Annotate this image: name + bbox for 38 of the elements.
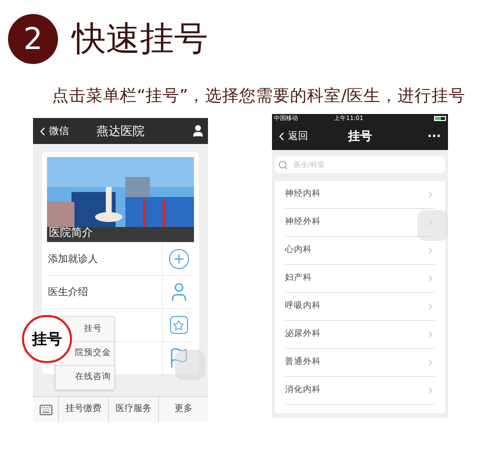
nav-title: 挂号 xyxy=(346,128,373,145)
menu-row[interactable]: 医生介绍 xyxy=(47,275,194,308)
search-icon xyxy=(278,160,288,170)
plus-icon xyxy=(168,249,188,269)
battery-icon xyxy=(434,116,446,120)
banner-caption: 医院简介 xyxy=(49,224,93,240)
chevron-icon xyxy=(426,218,435,227)
step-title: 快速挂号 xyxy=(72,18,208,60)
department-item[interactable]: 神经外科 xyxy=(285,209,435,237)
tab-menu[interactable]: 更多 xyxy=(158,397,208,422)
department-item[interactable]: 泌尿外科 xyxy=(285,321,435,349)
menu-row-label: 医生介绍 xyxy=(48,286,88,298)
back-button[interactable]: 微信 xyxy=(36,124,81,138)
nav-title: 燕达医院 xyxy=(96,123,146,140)
department-item[interactable]: 神经内科 xyxy=(285,181,435,209)
chevron-icon xyxy=(426,246,435,255)
chevron-icon xyxy=(426,190,435,199)
department-item[interactable]: 心内科 xyxy=(285,237,435,265)
keyboard-icon[interactable] xyxy=(38,402,52,416)
chevron-icon xyxy=(426,358,435,367)
department-item[interactable]: 呼吸内科 xyxy=(285,293,435,321)
menu-row-label: 添加就诊人 xyxy=(48,254,98,264)
tab-menu[interactable]: 医疗服务 xyxy=(108,397,158,422)
menu-row[interactable]: 添加就诊人 xyxy=(47,242,194,275)
more-button[interactable]: ··· xyxy=(400,127,445,145)
chevron-icon xyxy=(426,386,435,395)
tab-menu[interactable]: 挂号缴费 xyxy=(58,397,108,422)
instruction-text: 点击菜单栏“挂号”，选择您需要的科室/医生，进行挂号 xyxy=(52,84,466,107)
profile-icon[interactable] xyxy=(191,124,205,138)
department-item[interactable]: 妇产科 xyxy=(285,265,435,293)
back-button[interactable]: 返回 xyxy=(275,128,320,144)
chevron-icon xyxy=(426,274,435,283)
chevron-icon xyxy=(426,302,435,311)
department-item[interactable]: 普通外科 xyxy=(285,349,435,377)
popup-item[interactable]: 在线咨询 xyxy=(56,365,114,389)
chevron-icon xyxy=(426,330,435,339)
step-number: 2 xyxy=(8,14,58,64)
department-item[interactable]: 消化内科 xyxy=(285,377,435,405)
